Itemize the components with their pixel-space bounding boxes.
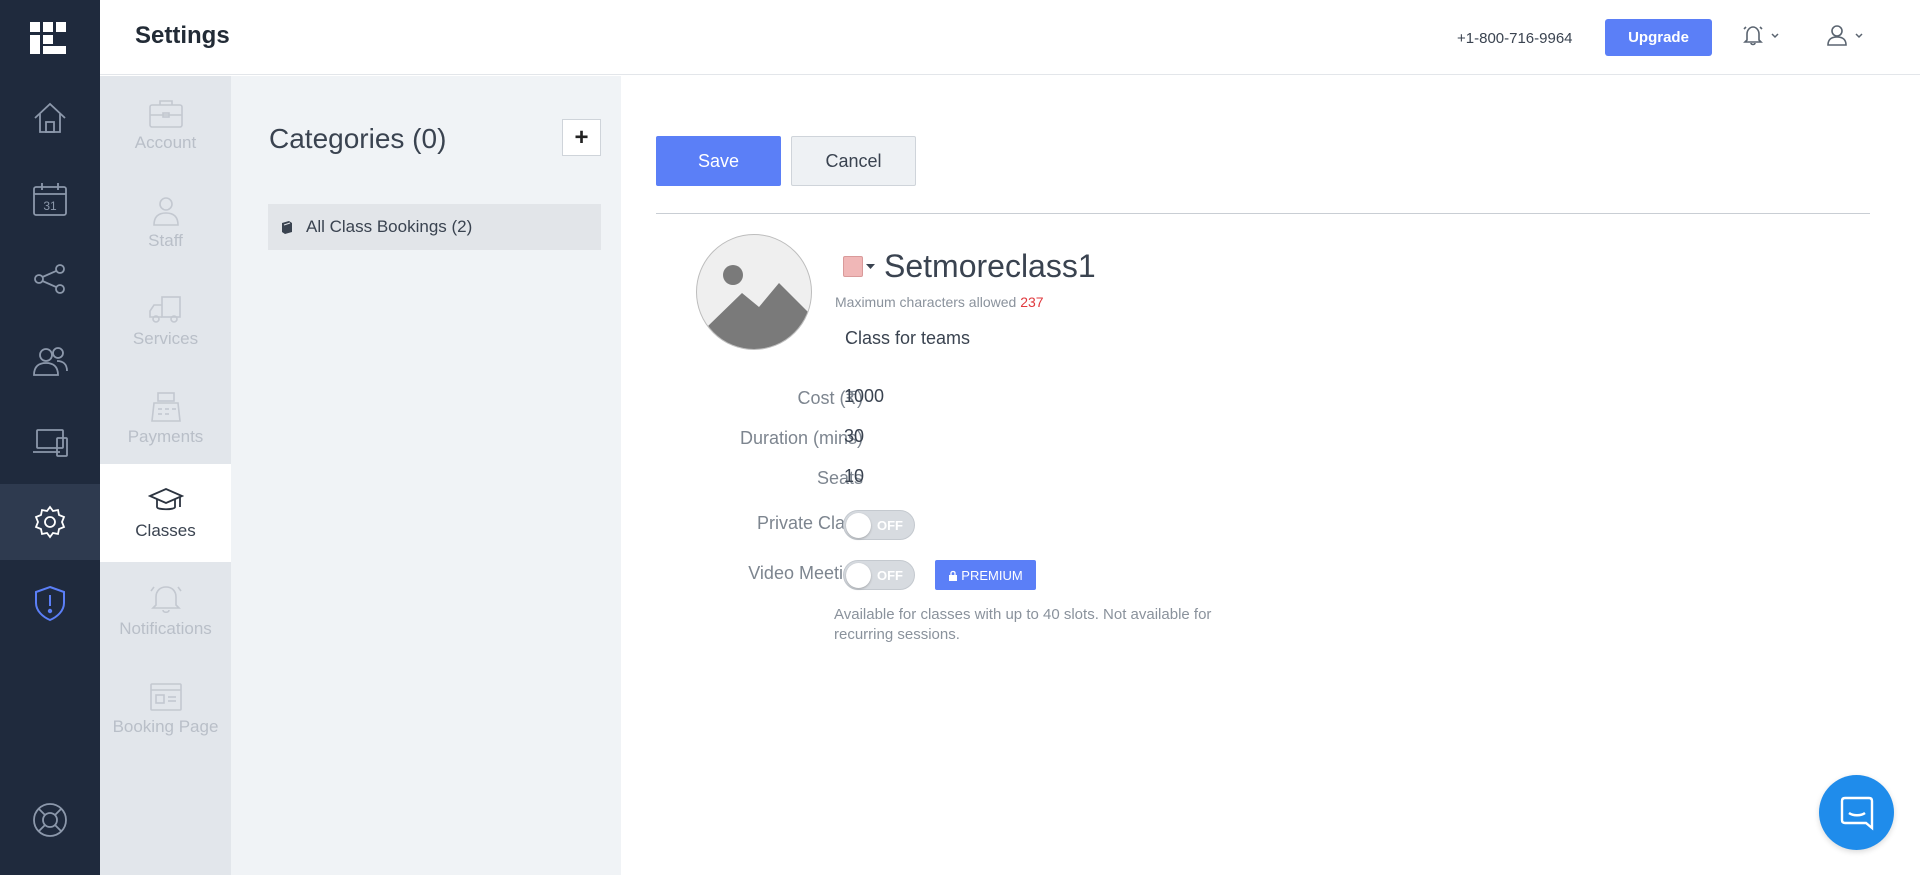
page-title: Settings bbox=[135, 22, 230, 49]
staff-icon bbox=[152, 197, 179, 226]
app-logo-icon[interactable] bbox=[30, 22, 66, 54]
register-icon bbox=[150, 392, 181, 422]
svg-text:31: 31 bbox=[43, 199, 57, 213]
categories-panel: Categories (0) + All Class Bookings (2) bbox=[231, 76, 621, 875]
lock-icon bbox=[949, 570, 958, 581]
cost-input[interactable]: 1000 bbox=[844, 386, 884, 407]
max-characters-label: Maximum characters allowed bbox=[835, 294, 1017, 310]
chat-launcher[interactable] bbox=[1819, 775, 1894, 850]
share-icon bbox=[34, 264, 65, 294]
cancel-button[interactable]: Cancel bbox=[791, 136, 916, 186]
briefcase-icon bbox=[148, 100, 183, 128]
duration-input[interactable]: 30 bbox=[844, 426, 864, 447]
private-class-toggle[interactable]: OFF bbox=[843, 510, 915, 540]
top-bar: Settings +1-800-716-9964 Upgrade bbox=[100, 0, 1920, 75]
divider bbox=[656, 213, 1870, 214]
settings-nav-classes[interactable]: Classes bbox=[100, 464, 231, 562]
customers-icon bbox=[33, 347, 68, 376]
caret-down-icon bbox=[866, 263, 875, 269]
video-meeting-toggle[interactable]: OFF bbox=[843, 560, 915, 590]
notifications-menu[interactable] bbox=[1742, 24, 1780, 46]
toggle-knob bbox=[846, 513, 871, 538]
graduation-cap-icon bbox=[147, 488, 184, 511]
toggle-state: OFF bbox=[877, 568, 903, 583]
shield-alert-icon bbox=[35, 585, 65, 622]
seats-input[interactable]: 10 bbox=[844, 466, 864, 487]
class-editor: Save Cancel Setmoreclass1 Maximum charac… bbox=[621, 76, 1920, 875]
class-image-upload[interactable] bbox=[696, 234, 812, 350]
settings-nav-label: Account bbox=[134, 133, 197, 152]
class-description-input[interactable]: Class for teams bbox=[845, 328, 970, 349]
home-icon bbox=[34, 102, 66, 133]
chat-icon bbox=[1840, 796, 1873, 831]
add-category-button[interactable]: + bbox=[562, 119, 601, 156]
calendar-icon: 31 bbox=[33, 183, 67, 216]
settings-nav-label: Notifications bbox=[119, 619, 212, 638]
settings-nav: Account Staff Services Payments Classes … bbox=[100, 76, 231, 875]
settings-icon bbox=[34, 505, 66, 539]
services-truck-icon bbox=[148, 296, 181, 323]
settings-nav-booking-page[interactable]: Booking Page bbox=[100, 660, 231, 758]
save-button[interactable]: Save bbox=[656, 136, 781, 186]
rail-home[interactable] bbox=[0, 80, 100, 156]
help-lifebuoy-icon bbox=[33, 803, 67, 837]
user-menu[interactable] bbox=[1826, 24, 1864, 46]
settings-nav-label: Payments bbox=[127, 427, 204, 446]
rail-settings[interactable] bbox=[0, 484, 100, 560]
main-rail: 31 bbox=[0, 0, 100, 875]
rail-security[interactable] bbox=[0, 565, 100, 641]
devices-icon bbox=[33, 429, 68, 457]
image-placeholder-icon bbox=[707, 265, 811, 349]
class-color-picker[interactable] bbox=[843, 256, 875, 277]
toggle-state: OFF bbox=[877, 518, 903, 533]
max-characters-hint: Maximum characters allowed 237 bbox=[835, 294, 1044, 310]
video-meeting-note: Available for classes with up to 40 slot… bbox=[834, 606, 1212, 643]
bell-icon bbox=[149, 586, 182, 614]
settings-nav-notifications[interactable]: Notifications bbox=[100, 562, 231, 660]
category-item-all-class-bookings[interactable]: All Class Bookings (2) bbox=[268, 204, 601, 250]
book-icon bbox=[282, 221, 292, 234]
max-characters-count: 237 bbox=[1020, 294, 1044, 310]
rail-customers[interactable] bbox=[0, 323, 100, 399]
settings-nav-account[interactable]: Account bbox=[100, 76, 231, 174]
premium-badge[interactable]: PREMIUM bbox=[935, 560, 1036, 590]
rail-devices[interactable] bbox=[0, 404, 100, 480]
toggle-knob bbox=[846, 563, 871, 588]
category-item-label: All Class Bookings (2) bbox=[306, 217, 473, 236]
class-name-input[interactable]: Setmoreclass1 bbox=[884, 248, 1096, 285]
class-color-swatch bbox=[843, 256, 863, 277]
settings-nav-services[interactable]: Services bbox=[100, 272, 231, 370]
bell-icon bbox=[1743, 26, 1763, 46]
rail-share[interactable] bbox=[0, 241, 100, 317]
user-icon bbox=[1827, 25, 1847, 46]
settings-nav-label: Classes bbox=[135, 521, 196, 540]
chevron-down-icon bbox=[1855, 33, 1863, 39]
premium-label: PREMIUM bbox=[961, 567, 1023, 583]
booking-page-icon bbox=[149, 683, 182, 711]
rail-help[interactable] bbox=[0, 782, 100, 858]
settings-nav-label: Staff bbox=[148, 231, 183, 250]
upgrade-button[interactable]: Upgrade bbox=[1605, 19, 1712, 56]
rail-calendar[interactable]: 31 bbox=[0, 161, 100, 237]
chevron-down-icon bbox=[1771, 33, 1779, 39]
settings-nav-label: Services bbox=[132, 329, 199, 348]
settings-nav-payments[interactable]: Payments bbox=[100, 370, 231, 468]
settings-nav-staff[interactable]: Staff bbox=[100, 174, 231, 272]
settings-nav-label: Booking Page bbox=[112, 717, 219, 736]
categories-title: Categories (0) bbox=[269, 123, 447, 154]
support-phone[interactable]: +1-800-716-9964 bbox=[1457, 30, 1573, 47]
